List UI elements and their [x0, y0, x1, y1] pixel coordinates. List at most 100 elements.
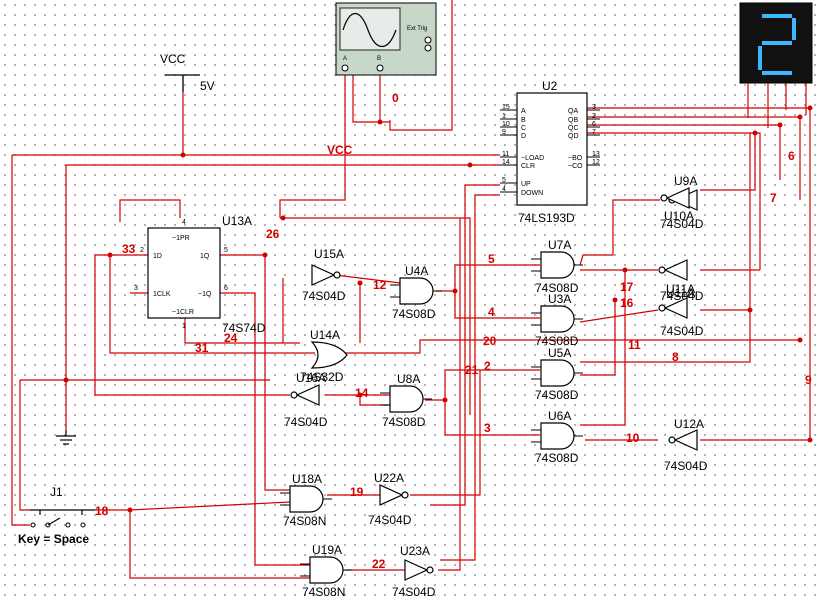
vcc-label: VCC: [160, 52, 186, 66]
net-label: 31: [195, 341, 209, 355]
gate-ref: U7A: [548, 238, 571, 252]
counter-pin-label: QD: [568, 133, 579, 140]
gate-ref: U5A: [548, 346, 571, 360]
net-label: 22: [372, 557, 386, 571]
inverter-ref: U23A: [400, 544, 430, 558]
net-label: 26: [266, 227, 280, 241]
inverter-part: 74S04D: [664, 459, 708, 473]
net-label: 0: [392, 91, 399, 105]
flip-flop-74s74[interactable]: U13A 74S74D ~1PR 1D 1Q 1CLK ~1Q ~1CLR 4 …: [134, 214, 266, 335]
counter-pin-label: CLR: [521, 163, 535, 170]
net-label: 33: [122, 242, 136, 256]
pin-qn-label: ~1Q: [198, 291, 212, 298]
counter-pin-label: ~CO: [568, 163, 583, 170]
and-gate[interactable]: U19A 74S08N: [300, 543, 352, 599]
gate-ref: U4A: [405, 264, 428, 278]
inverter-part: 74S04D: [368, 513, 412, 527]
gate-ref: U19A: [312, 543, 342, 557]
and-gate[interactable]: U8A 74S08D: [380, 372, 432, 429]
channel-b-terminal[interactable]: [376, 64, 384, 72]
gate-ref: U14A: [310, 328, 340, 342]
inverter-gate[interactable]: U23A 74S04D: [392, 544, 436, 599]
ext-trig-terminal[interactable]: [424, 36, 432, 44]
net-label: 18: [95, 504, 109, 518]
pin-qn-number: 6: [224, 285, 228, 292]
and-gate[interactable]: U4A 74S08D: [390, 264, 442, 321]
channel-b-label: B: [377, 56, 381, 62]
ext-trig-label: Ext Trig: [407, 26, 427, 32]
net-label: 17: [620, 280, 634, 294]
inverter-gate[interactable]: U16A 74S04D: [284, 371, 328, 429]
inverter-gate[interactable]: U15A 74S04D: [302, 247, 346, 303]
oscilloscope[interactable]: Ext Trig A B: [335, 2, 437, 76]
and-gate[interactable]: U6A 74S08D: [531, 409, 583, 465]
pin-d-label: 1D: [153, 253, 162, 260]
inverter-part: 74S04D: [284, 415, 328, 429]
net-label: 9: [805, 373, 812, 387]
vcc-net-label: VCC: [327, 143, 353, 157]
counter-pin-label: C: [521, 125, 526, 132]
gate-part: 74S08D: [392, 307, 436, 321]
net-label: 16: [620, 296, 634, 310]
counter-pin-number: 7: [592, 129, 596, 136]
counter-pin-number: 12: [592, 159, 600, 166]
inverter-part: 74S04D: [302, 289, 346, 303]
counter-pin-number: 14: [502, 159, 510, 166]
and-gate[interactable]: U5A 74S08D: [531, 346, 583, 402]
pin-q-number: 5: [224, 247, 228, 254]
counter-part: 74LS193D: [518, 211, 575, 225]
net-label: 24: [224, 331, 238, 345]
ext-trig-ground-terminal[interactable]: [424, 44, 432, 52]
net-label: 6: [788, 149, 795, 163]
counter-pin-label: ~BO: [568, 155, 583, 162]
net-labels: 0675417161226332431 20 118221143109191822: [95, 91, 812, 571]
net-label: 5: [488, 252, 495, 266]
counter-pin-number: 3: [592, 104, 596, 111]
counter-74ls193[interactable]: U2 74LS193D 15 A 1 B 10 C 9 D 11 ~LOAD 14 CLR 5 UP 4 DO…: [500, 79, 600, 225]
gate-ref: U18A: [292, 472, 322, 486]
schematic-canvas: Ext Trig A B 2 VCC 5V VCC U2 74LS193D 15…: [11, 0, 813, 599]
pin-clk-number: 3: [134, 285, 138, 292]
gate-ref: U3A: [548, 292, 571, 306]
gate-part: 74S08D: [535, 451, 579, 465]
counter-pin-label: ~LOAD: [521, 155, 544, 162]
and-gate[interactable]: U7A74S08D: [531, 238, 583, 295]
pin-pr-label: ~1PR: [172, 235, 190, 242]
net-label: 19: [350, 485, 364, 499]
counter-pin-number: 9: [502, 129, 506, 136]
channel-a-terminal[interactable]: [341, 64, 349, 72]
inverter-ref: U12A: [674, 417, 704, 431]
pin-clr-label: ~1CLR: [172, 309, 194, 316]
net-label: 3: [484, 421, 491, 435]
net-label: 8: [672, 350, 679, 364]
inverter-part: 74S04D: [660, 324, 704, 338]
channel-a-label: A: [343, 56, 347, 62]
counter-pin-number: 2: [592, 113, 596, 120]
counter-pin-label: DOWN: [521, 190, 543, 197]
and-gate[interactable]: U18A 74S08N: [280, 472, 332, 528]
inverter-part: 74S04D: [660, 217, 704, 231]
counter-pin-label: A: [521, 108, 526, 115]
counter-pin-number: 15: [502, 104, 510, 111]
net-label: 4: [488, 305, 495, 319]
counter-pin-number: 6: [592, 121, 596, 128]
net-label: 20: [483, 334, 497, 348]
and-gate[interactable]: U3A74S08D: [531, 292, 583, 348]
net-label: 21: [465, 363, 479, 377]
vcc-voltage-label: 5V: [200, 79, 215, 93]
key-switch[interactable]: J1 Key = Space: [18, 485, 95, 546]
switch-ref: J1: [50, 485, 63, 499]
inverter-part: 74S04D: [392, 585, 436, 599]
inverter-gate[interactable]: U22A 74S04D: [368, 471, 412, 527]
gates-layer: U7A74S08DU3A74S08DU4A74S08DU5A74S08DU8A7…: [280, 174, 708, 599]
counter-pin-label: B: [521, 117, 526, 124]
net-label: 14: [355, 386, 369, 400]
counter-pin-number: 10: [502, 121, 510, 128]
scope-screen: [339, 7, 401, 51]
pin-clk-label: 1CLK: [153, 291, 171, 298]
pin-clr-number: 1: [182, 323, 186, 330]
gate-part: 74S08D: [535, 388, 579, 402]
inverter-gate[interactable]: U12A 74S04D: [664, 417, 708, 473]
counter-pin-number: 5: [502, 177, 506, 184]
net-label: 10: [626, 431, 640, 445]
